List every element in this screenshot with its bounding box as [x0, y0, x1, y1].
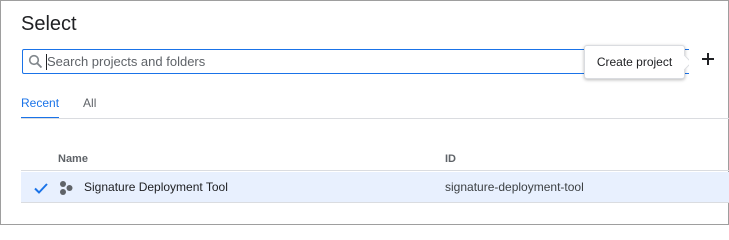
select-project-dialog: Select Create project Recent All Name ID — [0, 0, 729, 225]
text-cursor — [46, 54, 47, 70]
tab-all[interactable]: All — [83, 89, 96, 119]
project-hexagon-icon — [58, 180, 74, 196]
tab-bar: Recent All — [21, 89, 120, 119]
tooltip-text: Create project — [596, 55, 673, 69]
create-project-button[interactable] — [689, 47, 727, 75]
search-input[interactable] — [47, 50, 587, 73]
create-project-tooltip: Create project — [584, 45, 685, 79]
table-header: Name ID — [21, 147, 729, 171]
tab-recent[interactable]: Recent — [21, 89, 60, 119]
project-id: signature-deployment-tool — [445, 180, 584, 194]
dialog-title: Select — [21, 13, 77, 35]
tabs-divider — [21, 118, 729, 119]
search-icon — [28, 54, 43, 69]
project-name: Signature Deployment Tool — [84, 180, 228, 194]
column-header-name: Name — [58, 153, 88, 165]
column-header-id: ID — [445, 153, 456, 165]
plus-icon — [701, 52, 715, 71]
table-row[interactable]: Signature Deployment Tool signature-depl… — [21, 172, 729, 203]
checkmark-icon — [33, 180, 49, 196]
